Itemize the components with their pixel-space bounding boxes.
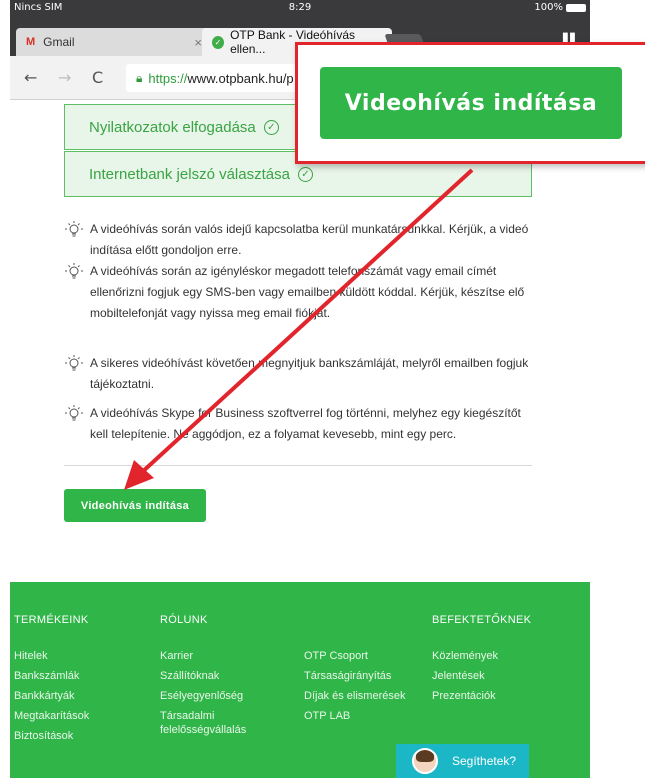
lightbulb-icon bbox=[65, 355, 83, 371]
footer-link[interactable]: Bankkártyák bbox=[14, 686, 89, 706]
checkmark-icon: ✓ bbox=[263, 119, 279, 135]
footer-heading: RÓLUNK bbox=[160, 614, 208, 626]
footer-column-group: OTP Csoport Társaságirányítás Díjak és e… bbox=[304, 646, 405, 726]
lightbulb-icon bbox=[65, 263, 83, 279]
reload-icon[interactable]: C bbox=[92, 68, 103, 87]
step-label: Nyilatkozatok elfogadása bbox=[89, 118, 256, 136]
footer-link[interactable]: Díjak és elismerések bbox=[304, 686, 405, 706]
tip-item: A videóhívás Skype for Business szoftver… bbox=[64, 403, 534, 445]
help-label: Segíthetek? bbox=[452, 754, 517, 768]
footer-link[interactable]: Szállítóknak bbox=[160, 666, 270, 686]
footer-link[interactable]: Társaságirányítás bbox=[304, 666, 405, 686]
status-bar: Nincs SIM 8:29 100% bbox=[10, 0, 590, 16]
tip-item: A videóhívás során az igényléskor megado… bbox=[64, 261, 534, 324]
tip-item: A sikeres videóhívást követően megnyitju… bbox=[64, 353, 534, 395]
footer-link[interactable]: Prezentációk bbox=[432, 686, 531, 706]
footer-link[interactable]: Társadalmi felelősségvállalás bbox=[160, 706, 270, 737]
footer-column-about: RÓLUNK Karrier Szállítóknak Esélyegyenlő… bbox=[160, 614, 270, 737]
footer-link[interactable]: Közlemények bbox=[432, 646, 531, 666]
footer-link[interactable]: OTP LAB bbox=[304, 706, 405, 726]
footer-link[interactable]: OTP Csoport bbox=[304, 646, 405, 666]
clock: 8:29 bbox=[288, 2, 312, 13]
tab-label: Gmail bbox=[43, 35, 75, 49]
close-icon[interactable]: × bbox=[194, 35, 202, 50]
tip-text: A videóhívás során az igényléskor megado… bbox=[90, 264, 525, 320]
tab-gmail[interactable]: M Gmail × bbox=[16, 28, 212, 56]
footer-link[interactable]: Biztosítások bbox=[14, 726, 89, 746]
tip-text: A videóhívás során valós idejű kapcsolat… bbox=[90, 222, 529, 257]
battery-status: 100% bbox=[534, 2, 586, 13]
url-scheme: https:// bbox=[148, 70, 188, 86]
footer-heading: BEFEKTETŐKNEK bbox=[432, 614, 532, 626]
footer-column-products: TERMÉKEINK Hitelek Bankszámlák Bankkárty… bbox=[14, 614, 89, 746]
footer-heading: TERMÉKEINK bbox=[14, 614, 89, 626]
tip-text: A sikeres videóhívást követően megnyitju… bbox=[90, 356, 529, 391]
step-label: Internetbank jelszó választása bbox=[89, 165, 290, 183]
footer-link[interactable]: Bankszámlák bbox=[14, 666, 89, 686]
footer-link[interactable]: Megtakarítások bbox=[14, 706, 89, 726]
back-icon[interactable]: ← bbox=[24, 68, 37, 87]
checkmark-icon: ✓ bbox=[297, 166, 313, 182]
tip-item: A videóhívás során valós idejű kapcsolat… bbox=[64, 219, 534, 261]
lock-icon: 🔒︎ bbox=[136, 70, 143, 85]
battery-icon bbox=[566, 3, 586, 12]
start-video-call-button-zoomed: Videohívás indítása bbox=[320, 67, 622, 139]
help-chat-button[interactable]: Segíthetek? bbox=[396, 744, 529, 778]
battery-percent: 100% bbox=[534, 2, 563, 13]
lightbulb-icon bbox=[65, 221, 83, 237]
footer-link[interactable]: Esélyegyenlőség bbox=[160, 686, 270, 706]
tip-text: A videóhívás Skype for Business szoftver… bbox=[90, 406, 521, 441]
forward-icon[interactable]: → bbox=[58, 68, 71, 87]
footer-link[interactable]: Karrier bbox=[160, 646, 270, 666]
url-domain: www.otpbank.hu/p bbox=[187, 70, 294, 86]
otp-favicon-icon: ✓ bbox=[212, 35, 225, 49]
footer-link[interactable]: Hitelek bbox=[14, 646, 89, 666]
lightbulb-icon bbox=[65, 405, 83, 421]
divider bbox=[64, 465, 532, 466]
footer-column-investors: BEFEKTETŐKNEK Közlemények Jelentések Pre… bbox=[432, 614, 531, 706]
avatar bbox=[412, 748, 438, 774]
zoom-callout: Videohívás indítása bbox=[295, 42, 645, 164]
start-video-call-button[interactable]: Videohívás indítása bbox=[64, 489, 206, 522]
footer-link[interactable]: Jelentések bbox=[432, 666, 531, 686]
gmail-icon: M bbox=[26, 36, 36, 48]
